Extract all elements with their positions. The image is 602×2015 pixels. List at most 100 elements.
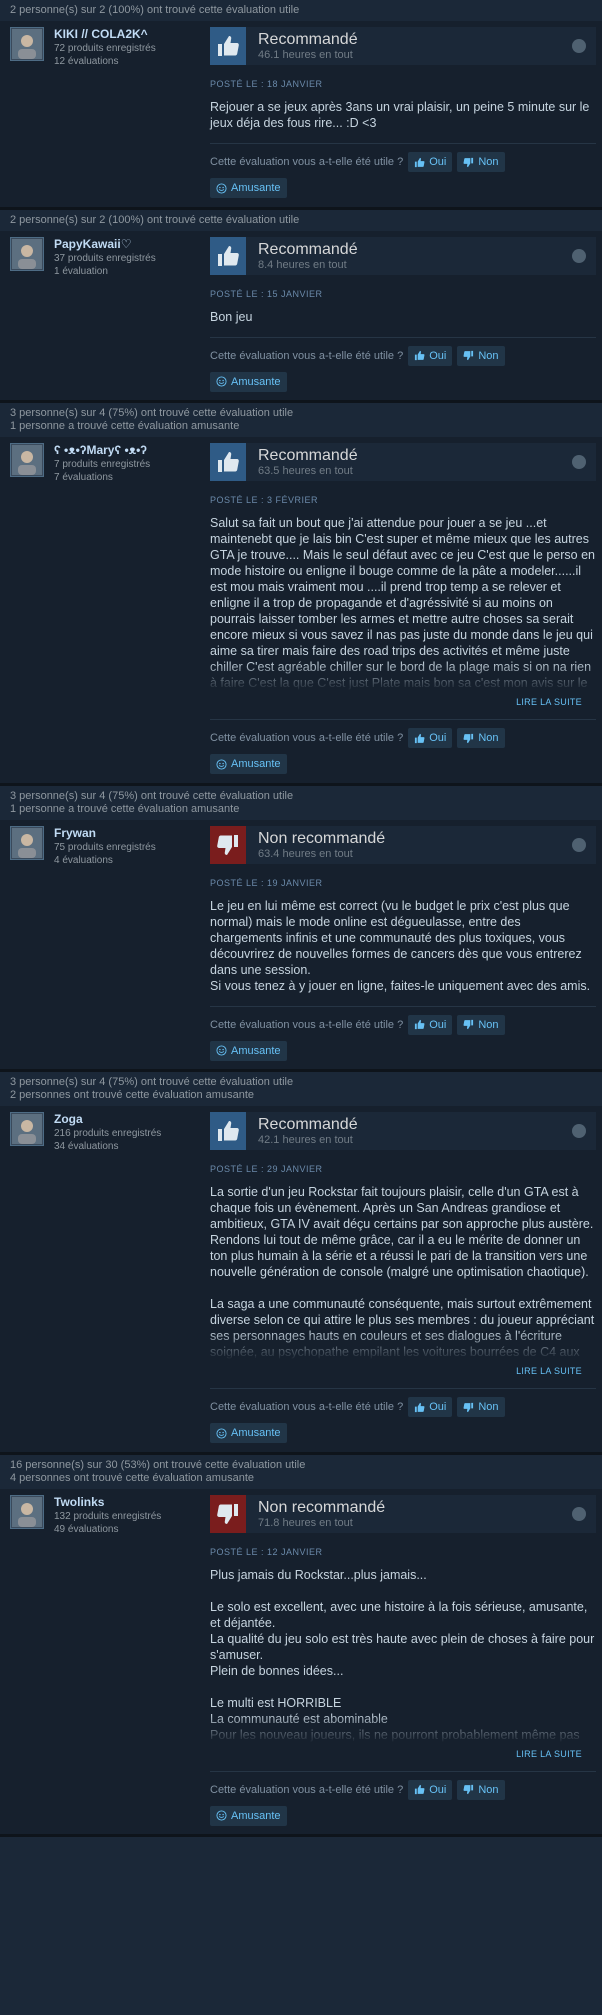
avatar[interactable] [10,825,44,860]
review-verdict-header[interactable]: Recommandé 46.1 heures en tout [210,27,596,65]
posted-date: POSTÉ LE : 29 JANVIER [210,1164,323,1174]
reviewer-name[interactable]: ʕ •ᴥ•ʔMaryʕ •ᴥ•ʔ [54,443,150,458]
review-verdict-header[interactable]: Non recommandé 71.8 heures en tout [210,1494,596,1533]
products-owned[interactable]: 216 produits enregistrés [54,1127,161,1140]
helpful-count-text: 2 personne(s) sur 2 (100%) ont trouvé ce… [10,4,300,16]
vote-funny-button[interactable]: Amusante [210,1040,287,1061]
verdict-title: Non recommandé [258,829,386,847]
vote-yes-button[interactable]: Oui [408,1014,453,1035]
thumbs-down-icon [463,1402,474,1413]
avatar[interactable] [10,1494,44,1529]
vote-yes-button[interactable]: Oui [408,1397,453,1417]
review-card: 3 personne(s) sur 4 (75%) ont trouvé cet… [0,785,602,1072]
reviewer-name[interactable]: Twolinks [54,1495,161,1510]
reviews-count[interactable]: 12 évaluations [54,55,156,68]
helpful-count-text: 2 personne(s) sur 2 (100%) ont trouvé ce… [10,213,300,226]
divider [210,1770,596,1772]
vote-no-button[interactable]: Non [457,345,505,366]
vote-no-label: Non [478,1401,499,1413]
hours-played: 8.4 heures en tout [258,258,347,271]
review-card: 16 personne(s) sur 30 (53%) ont trouvé c… [0,1454,602,1837]
posted-date: POSTÉ LE : 15 JANVIER [210,288,323,299]
funny-count-text: 1 personne a trouvé cette évaluation amu… [10,420,240,432]
thumbs-down-icon [210,825,246,864]
thumbs-up-icon [414,1784,425,1795]
vote-funny-label: Amusante [231,375,281,388]
vote-no-button[interactable]: Non [457,1014,505,1035]
hours-played: 71.8 heures en tout [258,1516,353,1529]
review-card: 3 personne(s) sur 4 (75%) ont trouvé cet… [0,403,602,786]
vote-yes-button[interactable]: Oui [408,1779,453,1800]
thumbs-down-icon [463,733,474,744]
vote-no-label: Non [478,1018,499,1031]
vote-funny-label: Amusante [231,182,281,194]
thumbs-up-icon [210,27,246,65]
helpful-question: Cette évaluation vous a-t-elle été utile… [210,156,404,168]
reviews-count[interactable]: 7 évaluations [54,471,150,484]
thumbs-down-icon [210,1494,246,1533]
avatar[interactable] [10,1112,44,1146]
verdict-title: Recommandé [258,31,358,48]
verdict-title: Non recommandé [258,1498,386,1516]
vote-yes-button[interactable]: Oui [408,728,453,748]
products-owned[interactable]: 7 produits enregistrés [54,458,150,471]
thumbs-down-icon [463,1019,474,1030]
avatar-image [12,1496,42,1527]
vote-funny-button[interactable]: Amusante [210,178,287,198]
vote-no-button[interactable]: Non [457,728,505,748]
vote-no-button[interactable]: Non [457,152,505,172]
helpful-question: Cette évaluation vous a-t-elle été utile… [210,1018,404,1031]
products-owned[interactable]: 72 produits enregistrés [54,42,156,55]
reviewer-name[interactable]: Frywan [54,826,156,841]
vote-no-button[interactable]: Non [457,1779,505,1800]
vote-yes-button[interactable]: Oui [408,152,453,172]
vote-funny-button[interactable]: Amusante [210,371,287,392]
vote-yes-label: Oui [429,349,447,362]
verdict-title: Recommandé [258,447,358,464]
reviews-count[interactable]: 34 évaluations [54,1140,161,1153]
smiley-icon [216,1810,227,1821]
reviews-count[interactable]: 4 évaluations [54,854,156,867]
reviews-count[interactable]: 1 évaluation [54,265,156,278]
steam-icon [572,248,586,263]
read-more-link[interactable]: LIRE LA SUITE [210,1749,596,1759]
verdict-title: Recommandé [258,240,358,258]
avatar[interactable] [10,443,44,477]
vote-funny-button[interactable]: Amusante [210,1423,287,1443]
divider [210,143,596,144]
review-verdict-header[interactable]: Recommandé 42.1 heures en tout [210,1112,596,1150]
products-owned[interactable]: 75 produits enregistrés [54,841,156,854]
review-text: Rejouer a se jeux après 3ans un vrai pla… [210,100,590,130]
vote-yes-label: Oui [429,156,447,168]
review-verdict-header[interactable]: Recommandé 63.5 heures en tout [210,443,596,481]
vote-funny-button[interactable]: Amusante [210,1805,287,1826]
reviews-count[interactable]: 49 évaluations [54,1523,161,1536]
vote-funny-button[interactable]: Amusante [210,754,287,774]
avatar[interactable] [10,236,44,271]
avatar[interactable] [10,27,44,61]
vote-no-label: Non [478,732,499,744]
thumbs-up-icon [210,443,246,481]
review-verdict-header[interactable]: Non recommandé 63.4 heures en tout [210,825,596,864]
vote-yes-label: Oui [429,1401,447,1413]
reviewer-name[interactable]: KIKI // COLA2K^ [54,27,156,42]
review-text: Plus jamais du Rockstar...plus jamais...… [210,1567,596,1743]
review-verdict-header[interactable]: Recommandé 8.4 heures en tout [210,236,596,275]
vote-no-label: Non [478,349,499,362]
products-owned[interactable]: 132 produits enregistrés [54,1510,161,1523]
hours-played: 63.5 heures en tout [258,465,353,477]
smiley-icon [216,1427,227,1439]
reviewer-name[interactable]: Zoga [54,1112,161,1127]
products-owned[interactable]: 37 produits enregistrés [54,252,156,265]
divider [210,1005,596,1007]
vote-yes-button[interactable]: Oui [408,345,453,366]
vote-no-button[interactable]: Non [457,1397,505,1417]
avatar-image [12,445,42,475]
reviewer-name[interactable]: PapyKawaii♡ [54,237,156,252]
thumbs-down-icon [463,157,474,168]
helpful-question: Cette évaluation vous a-t-elle été utile… [210,732,404,744]
thumbs-up-icon [414,350,425,361]
read-more-link[interactable]: LIRE LA SUITE [210,697,596,707]
read-more-link[interactable]: LIRE LA SUITE [210,1366,596,1376]
funny-count-text: 2 personnes ont trouvé cette évaluation … [10,1089,254,1101]
